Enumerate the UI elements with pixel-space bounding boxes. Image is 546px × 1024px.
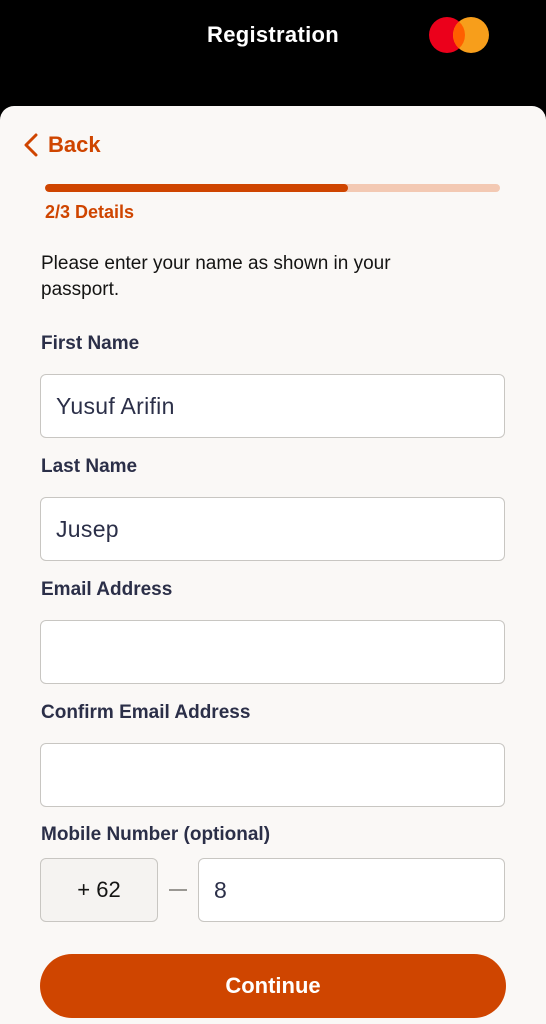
first-name-label: First Name [41, 333, 140, 354]
chevron-left-icon [24, 133, 38, 157]
last-name-input[interactable] [40, 497, 505, 561]
registration-sheet: Back 2/3 Details Please enter your name … [0, 106, 546, 1024]
email-label: Email Address [41, 579, 173, 600]
step-label: 2/3 Details [45, 202, 135, 222]
first-name-input[interactable] [40, 374, 505, 438]
mobile-label: Mobile Number (optional) [41, 824, 271, 845]
mastercard-logo-icon [429, 17, 489, 53]
last-name-label: Last Name [41, 456, 138, 477]
phone-separator [169, 889, 187, 891]
continue-button[interactable]: Continue [40, 954, 506, 1018]
progress-bar [45, 184, 500, 192]
app-header: Registration [0, 0, 546, 110]
email-input[interactable] [40, 620, 505, 684]
mobile-number-input[interactable] [198, 858, 505, 922]
back-label: Back [48, 132, 101, 157]
confirm-email-input[interactable] [40, 743, 505, 807]
back-button[interactable]: Back [24, 132, 101, 158]
confirm-email-label: Confirm Email Address [41, 702, 251, 723]
instructions-text: Please enter your name as shown in your … [41, 253, 391, 300]
progress-fill [45, 184, 349, 192]
country-code-select[interactable]: + 62 [40, 858, 158, 922]
